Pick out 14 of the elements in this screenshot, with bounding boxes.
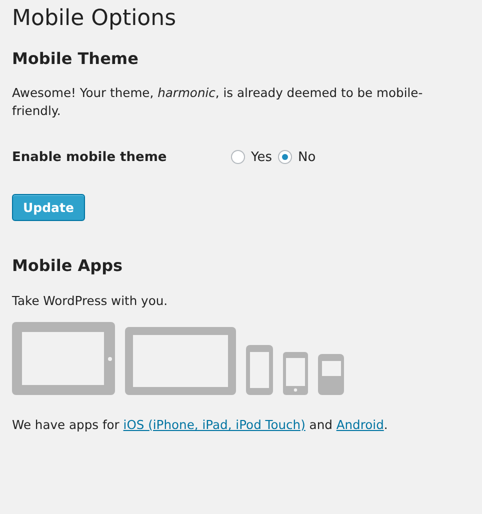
- radio-label: No: [298, 150, 316, 164]
- intro-text: Take WordPress with you.: [12, 293, 169, 310]
- update-button[interactable]: Update: [12, 194, 85, 221]
- store-link[interactable]: iOS (iPhone, iPad, iPod Touch): [123, 418, 306, 432]
- section-heading: Mobile Apps: [12, 255, 124, 277]
- store-link[interactable]: Android: [336, 418, 384, 432]
- radio-label: Yes: [251, 150, 272, 164]
- radio-button[interactable]: [278, 150, 292, 164]
- setting-label: Enable mobile theme: [12, 150, 168, 164]
- radio-button[interactable]: [231, 150, 245, 164]
- page-title: Mobile Options: [12, 5, 178, 33]
- section-heading: Mobile Theme: [12, 48, 140, 70]
- apps-text: We have apps for iOS (iPhone, iPad, iPod Touch) and Android.: [12, 417, 389, 434]
- theme-message: Awesome! Your theme, harmonic, is already deemed to be mobile-friendly.: [12, 85, 424, 120]
